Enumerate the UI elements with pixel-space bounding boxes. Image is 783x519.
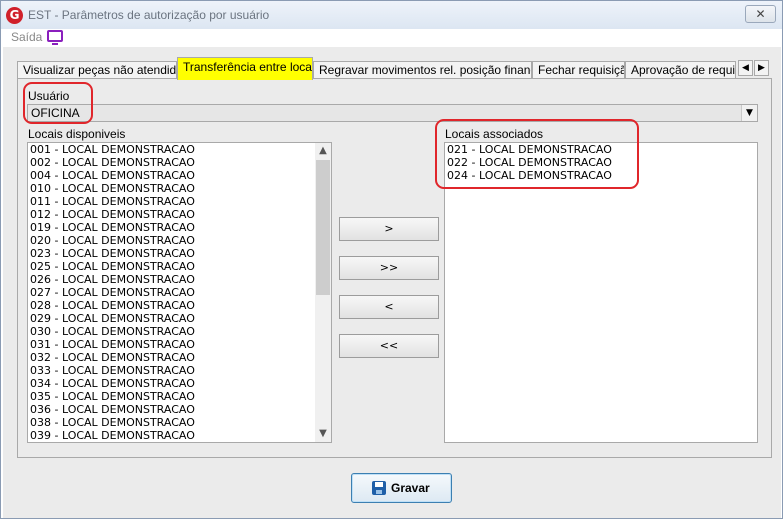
scroll-down-icon[interactable]: ▼ xyxy=(315,426,331,442)
list-item[interactable]: 020 - LOCAL DEMONSTRACAO xyxy=(28,234,331,247)
main-window: G EST - Parâmetros de autorização por us… xyxy=(0,0,783,519)
list-item[interactable]: 019 - LOCAL DEMONSTRACAO xyxy=(28,221,331,234)
save-button[interactable]: Gravar xyxy=(351,473,452,503)
tab-visualizar-pecas[interactable]: Visualizar peças não atendidas xyxy=(17,61,177,79)
close-button[interactable]: ✕ xyxy=(745,5,776,23)
usuario-highlight xyxy=(23,82,93,124)
window-title: EST - Parâmetros de autorização por usuá… xyxy=(28,8,270,22)
associados-highlight xyxy=(435,119,639,189)
list-item[interactable]: 027 - LOCAL DEMONSTRACAO xyxy=(28,286,331,299)
list-item[interactable]: 023 - LOCAL DEMONSTRACAO xyxy=(28,247,331,260)
list-item[interactable]: 002 - LOCAL DEMONSTRACAO xyxy=(28,156,331,169)
title-bar: G EST - Parâmetros de autorização por us… xyxy=(1,1,782,29)
list-item[interactable]: 025 - LOCAL DEMONSTRACAO xyxy=(28,260,331,273)
list-item[interactable]: 004 - LOCAL DEMONSTRACAO xyxy=(28,169,331,182)
tab-aprovacao-requisicao[interactable]: Aprovação de requisição xyxy=(625,61,736,79)
chevron-down-icon[interactable]: ▼ xyxy=(741,105,757,121)
list-item[interactable]: 033 - LOCAL DEMONSTRACAO xyxy=(28,364,331,377)
tab-regravar-movimentos[interactable]: Regravar movimentos rel. posição finance… xyxy=(313,61,532,79)
list-item[interactable]: 030 - LOCAL DEMONSTRACAO xyxy=(28,325,331,338)
menu-bar: Saída xyxy=(1,29,782,47)
tab-transferencia-entre-locais[interactable]: Transferência entre locais xyxy=(177,57,313,80)
scrollbar-thumb[interactable] xyxy=(316,160,330,295)
content-area: Visualizar peças não atendidas Transferê… xyxy=(3,47,781,518)
menu-item-saida[interactable]: Saída xyxy=(11,30,42,44)
add-selected-button[interactable]: > xyxy=(339,217,439,241)
list-item[interactable]: 012 - LOCAL DEMONSTRACAO xyxy=(28,208,331,221)
list-item[interactable]: 034 - LOCAL DEMONSTRACAO xyxy=(28,377,331,390)
tab-scroll-right-icon[interactable]: ▶ xyxy=(754,60,769,76)
list-items: 001 - LOCAL DEMONSTRACAO 002 - LOCAL DEMO… xyxy=(28,143,331,442)
locais-disponiveis-label: Locais disponiveis xyxy=(28,127,126,141)
tab-scroll-left-icon[interactable]: ◀ xyxy=(738,60,753,76)
list-item[interactable]: 026 - LOCAL DEMONSTRACAO xyxy=(28,273,331,286)
scroll-up-icon[interactable]: ▲ xyxy=(315,143,331,159)
usuario-select[interactable]: OFICINA ▼ xyxy=(27,104,758,122)
add-all-button[interactable]: >> xyxy=(339,256,439,280)
list-item[interactable]: 028 - LOCAL DEMONSTRACAO xyxy=(28,299,331,312)
list-item[interactable]: 032 - LOCAL DEMONSTRACAO xyxy=(28,351,331,364)
list-item[interactable]: 029 - LOCAL DEMONSTRACAO xyxy=(28,312,331,325)
list-item[interactable]: 001 - LOCAL DEMONSTRACAO xyxy=(28,143,331,156)
list-item[interactable]: 011 - LOCAL DEMONSTRACAO xyxy=(28,195,331,208)
floppy-disk-icon xyxy=(372,481,386,495)
remove-all-button[interactable]: << xyxy=(339,334,439,358)
remove-selected-button[interactable]: < xyxy=(339,295,439,319)
list-item[interactable]: 036 - LOCAL DEMONSTRACAO xyxy=(28,403,331,416)
list-item[interactable]: 031 - LOCAL DEMONSTRACAO xyxy=(28,338,331,351)
list-item[interactable]: 010 - LOCAL DEMONSTRACAO xyxy=(28,182,331,195)
tab-strip: Visualizar peças não atendidas Transferê… xyxy=(17,57,772,80)
save-button-label: Gravar xyxy=(391,481,430,495)
list-item[interactable]: 035 - LOCAL DEMONSTRACAO xyxy=(28,390,331,403)
vertical-scrollbar[interactable]: ▲ ▼ xyxy=(315,143,331,442)
tab-fechar-requisicao[interactable]: Fechar requisição xyxy=(532,61,625,79)
monitor-icon[interactable] xyxy=(47,30,63,45)
list-item[interactable]: 039 - LOCAL DEMONSTRACAO xyxy=(28,429,331,442)
app-logo-icon: G xyxy=(6,7,23,24)
locais-disponiveis-list[interactable]: 001 - LOCAL DEMONSTRACAO 002 - LOCAL DEMO… xyxy=(27,142,332,443)
list-item[interactable]: 038 - LOCAL DEMONSTRACAO xyxy=(28,416,331,429)
tab-panel-transferencia: Usuário OFICINA ▼ Locais disponiveis 001… xyxy=(17,78,772,458)
